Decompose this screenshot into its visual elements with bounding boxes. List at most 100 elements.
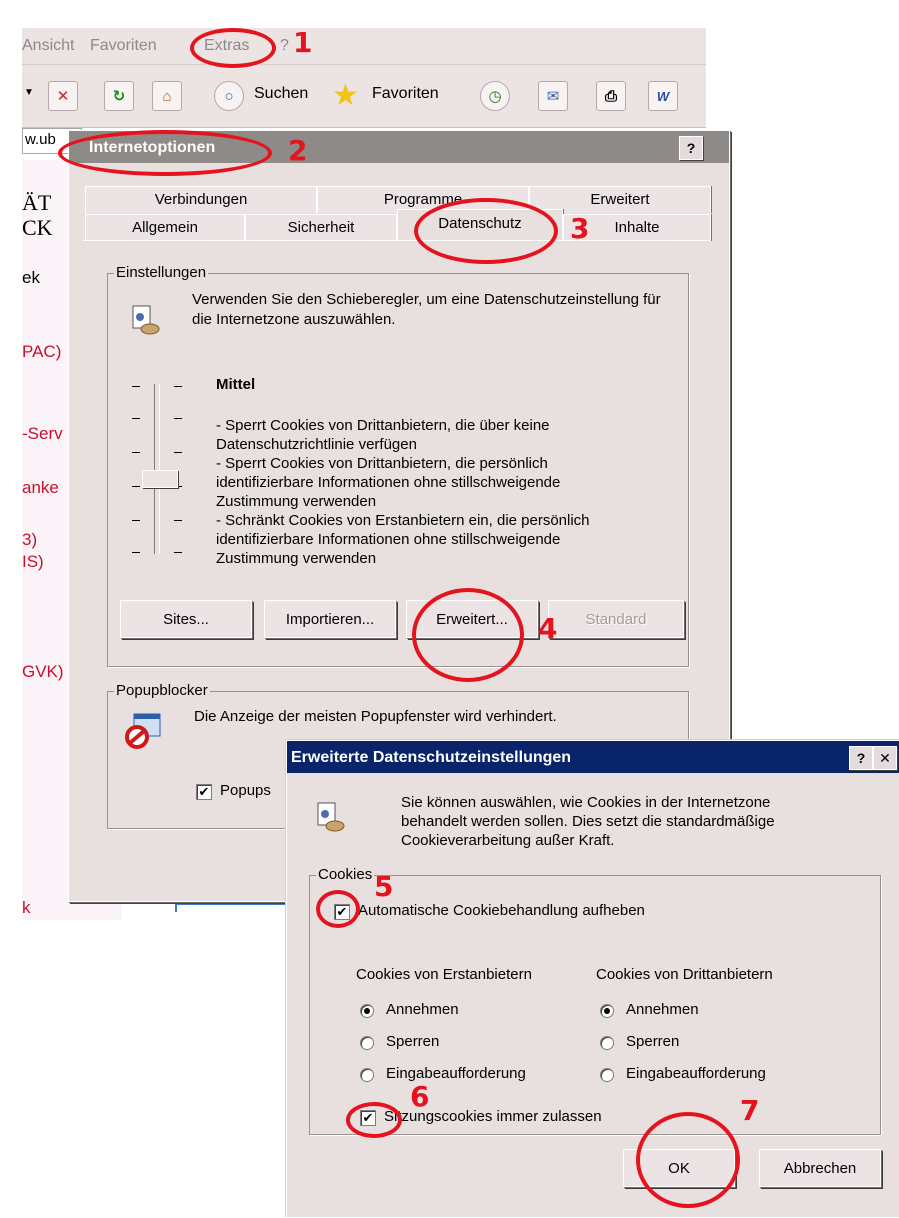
first-party-accept-radio[interactable] bbox=[360, 1004, 374, 1018]
search-icon[interactable]: ○ bbox=[214, 81, 244, 111]
settings-group-label: Einstellungen bbox=[114, 264, 209, 281]
search-button-label[interactable]: Suchen bbox=[254, 85, 308, 103]
mail-icon[interactable]: ✉ bbox=[538, 81, 568, 111]
popup-blocker-label: Popupblocker bbox=[114, 682, 210, 699]
page-divider bbox=[175, 903, 285, 905]
privacy-slider-thumb[interactable] bbox=[142, 470, 178, 488]
advanced-intro: Sie können auswählen, wie Cookies in der… bbox=[401, 793, 871, 850]
help-icon[interactable]: ? bbox=[679, 136, 703, 160]
privacy-slider-track[interactable] bbox=[154, 384, 160, 554]
popup-checkbox[interactable]: ✔ bbox=[196, 784, 212, 800]
first-party-prompt-radio[interactable] bbox=[360, 1068, 374, 1082]
description-line: Zustimmung verwenden bbox=[216, 550, 377, 567]
toolbar: ▼ ✕ ↻ ⌂ ○ Suchen ★ Favoriten ◷ ✉ ⎙ W bbox=[22, 65, 706, 128]
menu-favoriten[interactable]: Favoriten bbox=[90, 37, 157, 55]
page-link[interactable]: 3) bbox=[22, 530, 37, 550]
annotation-circle bbox=[316, 890, 360, 928]
tab-allgemein[interactable]: Allgemein bbox=[85, 214, 245, 241]
menu-help[interactable]: ? bbox=[280, 37, 289, 55]
radio-label: Sperren bbox=[386, 1033, 440, 1050]
menu-bar: Ansicht Favoriten Extras ? bbox=[22, 28, 706, 65]
intro-line: Cookieverarbeitung außer Kraft. bbox=[401, 832, 615, 849]
radio-label: Eingabeaufforderung bbox=[626, 1065, 766, 1082]
cancel-button[interactable]: Abbrechen bbox=[759, 1149, 881, 1187]
word-icon[interactable]: W bbox=[648, 81, 678, 111]
tab-sicherheit[interactable]: Sicherheit bbox=[245, 214, 397, 241]
annotation-number: 1 bbox=[293, 26, 313, 59]
tab-panel-edge bbox=[83, 240, 711, 241]
intro-line: Sie können auswählen, wie Cookies in der… bbox=[401, 794, 771, 811]
override-label: Automatische Cookiebehandlung aufheben bbox=[358, 902, 645, 919]
home-icon[interactable]: ⌂ bbox=[152, 81, 182, 111]
first-party-heading: Cookies von Erstanbietern bbox=[356, 966, 532, 983]
privacy-description: - Sperrt Cookies von Drittanbietern, die… bbox=[216, 416, 676, 568]
description-line: identifizierbare Informationen ohne stil… bbox=[216, 474, 561, 491]
description-line: - Sperrt Cookies von Drittanbietern, die… bbox=[216, 417, 550, 434]
page-link[interactable]: -Serv bbox=[22, 424, 63, 444]
sites-button[interactable]: Sites... bbox=[120, 600, 252, 638]
annotation-number: 7 bbox=[740, 1094, 760, 1127]
annotation-number: 3 bbox=[570, 212, 590, 245]
import-button[interactable]: Importieren... bbox=[264, 600, 396, 638]
page-link[interactable]: GVK) bbox=[22, 662, 64, 682]
annotation-circle bbox=[414, 198, 558, 264]
popup-blocker-text: Die Anzeige der meisten Popupfenster wir… bbox=[194, 708, 557, 725]
description-line: Datenschutzrichtlinie verfügen bbox=[216, 436, 417, 453]
description-line: identifizierbare Informationen ohne stil… bbox=[216, 531, 561, 548]
favorites-icon[interactable]: ★ bbox=[332, 78, 359, 113]
dialog-title-bar[interactable]: Erweiterte Datenschutzeinstellungen ? ✕ bbox=[287, 741, 899, 773]
annotation-circle bbox=[58, 130, 272, 176]
page-text: ek bbox=[22, 268, 40, 287]
annotation-number: 4 bbox=[538, 612, 558, 645]
description-line: - Sperrt Cookies von Drittanbietern, die… bbox=[216, 455, 548, 472]
annotation-number: 5 bbox=[374, 870, 394, 903]
tab-verbindungen[interactable]: Verbindungen bbox=[85, 186, 317, 213]
annotation-circle bbox=[346, 1102, 402, 1138]
history-icon[interactable]: ◷ bbox=[480, 81, 510, 111]
intro-line: behandelt werden sollen. Dies setzt die … bbox=[401, 813, 775, 830]
description-line: Zustimmung verwenden bbox=[216, 493, 377, 510]
popup-blocker-icon bbox=[125, 713, 161, 749]
radio-label: Sperren bbox=[626, 1033, 680, 1050]
privacy-icon bbox=[132, 305, 160, 335]
annotation-circle bbox=[190, 28, 276, 68]
third-party-heading: Cookies von Drittanbietern bbox=[596, 966, 773, 983]
third-party-accept-radio[interactable] bbox=[600, 1004, 614, 1018]
radio-label: Annehmen bbox=[626, 1001, 699, 1018]
favorites-button-label[interactable]: Favoriten bbox=[372, 85, 439, 103]
page-link[interactable]: PAC) bbox=[22, 342, 61, 362]
first-party-block-radio[interactable] bbox=[360, 1036, 374, 1050]
dialog-title: Erweiterte Datenschutzeinstellungen bbox=[291, 749, 572, 766]
privacy-level: Mittel bbox=[216, 376, 256, 393]
settings-intro: Verwenden Sie den Schieberegler, um eine… bbox=[192, 291, 661, 328]
close-icon[interactable]: ✕ bbox=[873, 746, 897, 770]
dropdown-arrow-icon[interactable]: ▼ bbox=[24, 87, 34, 98]
radio-label: Eingabeaufforderung bbox=[386, 1065, 526, 1082]
page-link[interactable]: anke bbox=[22, 478, 59, 498]
page-text: CK bbox=[22, 215, 53, 240]
page-text: ÄT bbox=[22, 190, 52, 215]
popup-checkbox-label: Popups bbox=[220, 782, 271, 799]
cookies-group: Cookies ✔ Automatische Cookiebehandlung … bbox=[309, 866, 881, 1135]
menu-ansicht[interactable]: Ansicht bbox=[22, 37, 74, 55]
annotation-number: 6 bbox=[410, 1080, 430, 1113]
annotation-circle bbox=[412, 588, 524, 682]
annotation-number: 2 bbox=[288, 134, 308, 167]
description-line: - Schränkt Cookies von Erstanbietern ein… bbox=[216, 512, 590, 529]
slider-ticks-left bbox=[132, 386, 140, 556]
help-icon[interactable]: ? bbox=[849, 746, 873, 770]
stop-icon[interactable]: ✕ bbox=[48, 81, 78, 111]
cookies-group-label: Cookies bbox=[316, 866, 375, 883]
advanced-privacy-dialog: Erweiterte Datenschutzeinstellungen ? ✕ … bbox=[286, 740, 899, 1218]
default-button[interactable]: Standard bbox=[548, 600, 684, 638]
settings-group: Einstellungen Verwenden Sie den Schieber… bbox=[107, 264, 689, 667]
radio-label: Annehmen bbox=[386, 1001, 459, 1018]
page-link[interactable]: k bbox=[22, 898, 31, 918]
privacy-icon bbox=[317, 802, 345, 832]
page-link[interactable]: IS) bbox=[22, 552, 44, 572]
third-party-prompt-radio[interactable] bbox=[600, 1068, 614, 1082]
third-party-block-radio[interactable] bbox=[600, 1036, 614, 1050]
refresh-icon[interactable]: ↻ bbox=[104, 81, 134, 111]
annotation-circle bbox=[636, 1112, 740, 1208]
print-icon[interactable]: ⎙ bbox=[596, 81, 626, 111]
